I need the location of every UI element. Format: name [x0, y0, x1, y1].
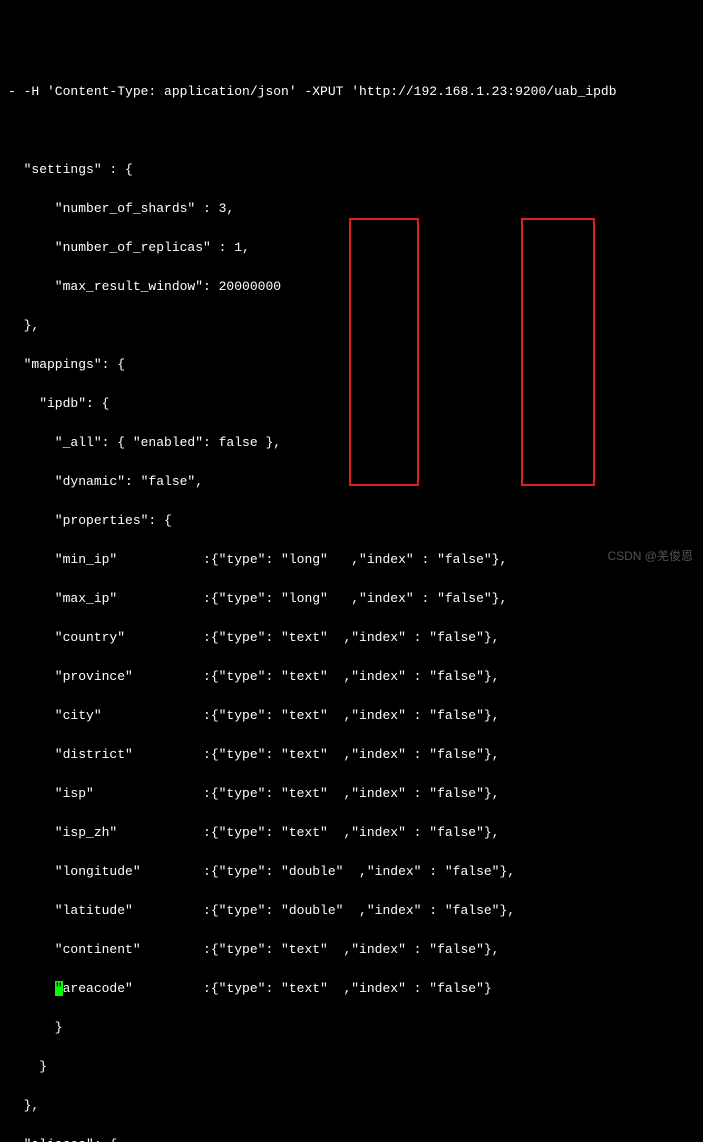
- terminal-cursor[interactable]: ": [55, 981, 63, 996]
- code-line: "_all": { "enabled": false },: [8, 433, 695, 453]
- code-line-isp-zh: "isp_zh" :{"type": "text" ,"index" : "fa…: [8, 823, 695, 843]
- code-line-province: "province" :{"type": "text" ,"index" : "…: [8, 667, 695, 687]
- code-line: },: [8, 1096, 695, 1116]
- code-line: "number_of_shards" : 3,: [8, 199, 695, 219]
- code-line: "aliases": {: [8, 1135, 695, 1142]
- code-line: "dynamic": "false",: [8, 472, 695, 492]
- code-line-longitude: "longitude" :{"type": "double" ,"index" …: [8, 862, 695, 882]
- code-line: "number_of_replicas" : 1,: [8, 238, 695, 258]
- code-line: "ipdb": {: [8, 394, 695, 414]
- code-line-continent: "continent" :{"type": "text" ,"index" : …: [8, 940, 695, 960]
- code-line-country: "country" :{"type": "text" ,"index" : "f…: [8, 628, 695, 648]
- code-line: "settings" : {: [8, 160, 695, 180]
- code-line: }: [8, 1018, 695, 1038]
- code-line: "properties": {: [8, 511, 695, 531]
- code-line-isp: "isp" :{"type": "text" ,"index" : "false…: [8, 784, 695, 804]
- code-line-city: "city" :{"type": "text" ,"index" : "fals…: [8, 706, 695, 726]
- code-line-areacode: "areacode" :{"type": "text" ,"index" : "…: [8, 979, 695, 999]
- code-line: }: [8, 1057, 695, 1077]
- code-line-max-ip: "max_ip" :{"type": "long" ,"index" : "fa…: [8, 589, 695, 609]
- code-line-district: "district" :{"type": "text" ,"index" : "…: [8, 745, 695, 765]
- code-line: [8, 121, 695, 141]
- terminal-header-line: - -H 'Content-Type: application/json' -X…: [8, 82, 695, 102]
- code-line: "max_result_window": 20000000: [8, 277, 695, 297]
- code-line-min-ip: "min_ip" :{"type": "long" ,"index" : "fa…: [8, 550, 695, 570]
- code-line: "mappings": {: [8, 355, 695, 375]
- watermark-text: CSDN @羌俊恩: [607, 547, 693, 565]
- code-line: },: [8, 316, 695, 336]
- line-indent: [8, 981, 55, 996]
- code-line-latitude: "latitude" :{"type": "double" ,"index" :…: [8, 901, 695, 921]
- line-rest: areacode" :{"type": "text" ,"index" : "f…: [63, 981, 492, 996]
